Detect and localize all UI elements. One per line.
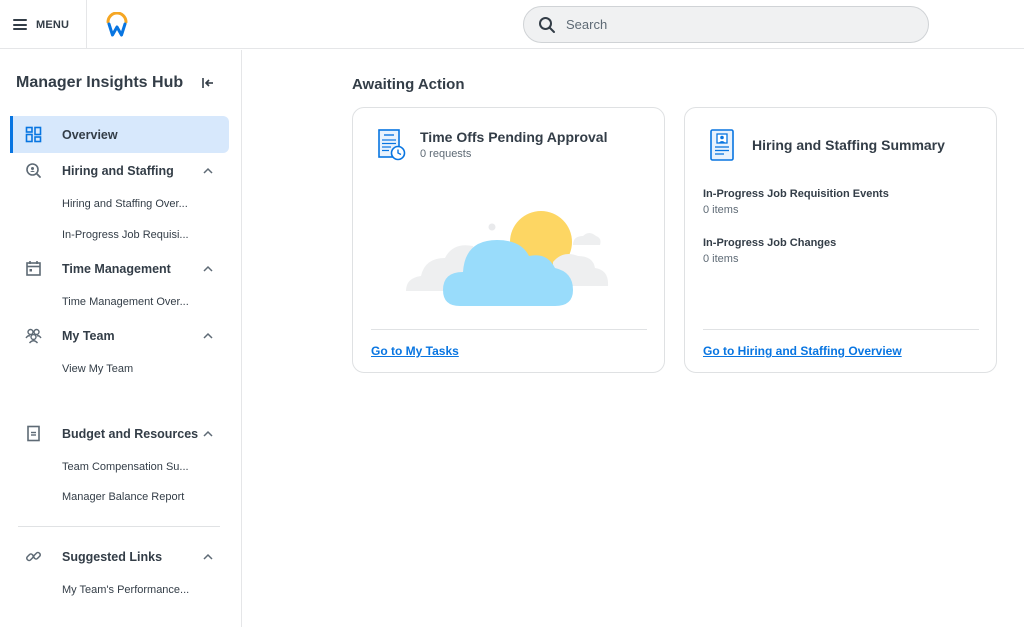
sidebar-item-label: Overview [62, 127, 118, 142]
card-subtitle: 0 requests [420, 148, 472, 160]
chevron-up-icon[interactable] [202, 551, 214, 563]
time-offs-card: Time Offs Pending Approval 0 requests Go… [352, 107, 665, 373]
collapse-sidebar-icon[interactable] [200, 75, 216, 91]
search-icon [539, 16, 555, 33]
hamburger-icon [13, 19, 27, 30]
top-bar: MENU [0, 0, 1024, 49]
metric-value-job-requisition-events: 0 items [703, 204, 739, 216]
sidebar-subitem-team-performance[interactable]: My Team's Performance... [62, 584, 189, 596]
team-icon [25, 328, 42, 344]
sidebar-title: Manager Insights Hub [16, 74, 184, 91]
metric-label-job-changes[interactable]: In-Progress Job Changes [703, 237, 836, 249]
topbar-divider [86, 0, 87, 49]
sidebar-subitem-manager-balance-report[interactable]: Manager Balance Report [62, 491, 184, 503]
search-person-icon [26, 163, 41, 178]
sidebar-item-label: Suggested Links [62, 549, 163, 564]
chevron-up-icon[interactable] [202, 330, 214, 342]
sidebar-subitem-hiring-staffing-overview[interactable]: Hiring and Staffing Over... [62, 198, 188, 210]
workday-logo-icon[interactable] [104, 12, 130, 38]
hiring-staffing-summary-card: Hiring and Staffing Summary In-Progress … [684, 107, 997, 373]
document-icon [27, 425, 40, 442]
sidebar: Manager Insights Hub Overview Hiring and… [0, 50, 242, 627]
sidebar-item-label: Hiring and Staffing [62, 163, 174, 178]
sidebar-item-budget-and-resources[interactable]: Budget and Resources [10, 415, 229, 452]
sun-behind-cloud-illustration [406, 211, 609, 306]
dashboard-icon [25, 126, 42, 143]
calendar-icon [26, 261, 41, 276]
chevron-up-icon[interactable] [202, 263, 214, 275]
go-to-my-tasks-link[interactable]: Go to My Tasks [371, 344, 459, 358]
menu-label: MENU [36, 18, 70, 31]
sidebar-divider [18, 526, 220, 527]
section-heading: Awaiting Action [352, 76, 465, 93]
profile-document-icon [710, 129, 734, 161]
sidebar-item-overview[interactable]: Overview [10, 116, 229, 153]
metric-label-job-requisition-events[interactable]: In-Progress Job Requisition Events [703, 188, 889, 200]
go-to-hiring-staffing-overview-link[interactable]: Go to Hiring and Staffing Overview [703, 344, 902, 358]
chevron-up-icon[interactable] [202, 165, 214, 177]
card-divider [371, 329, 647, 330]
link-icon [26, 551, 41, 562]
card-title: Time Offs Pending Approval [420, 129, 608, 145]
search-bar[interactable] [523, 6, 929, 43]
card-title: Hiring and Staffing Summary [752, 137, 945, 153]
sidebar-subitem-job-requisitions[interactable]: In-Progress Job Requisi... [62, 229, 189, 241]
sidebar-subitem-team-compensation[interactable]: Team Compensation Su... [62, 461, 189, 473]
card-divider [703, 329, 979, 330]
sidebar-item-hiring-and-staffing[interactable]: Hiring and Staffing [10, 152, 229, 189]
sidebar-item-label: Time Management [62, 261, 171, 276]
sidebar-subitem-time-management-overview[interactable]: Time Management Over... [62, 296, 189, 308]
sidebar-item-label: My Team [62, 328, 115, 343]
sidebar-subitem-view-my-team[interactable]: View My Team [62, 363, 133, 375]
menu-button[interactable]: MENU [0, 0, 86, 49]
sidebar-item-suggested-links[interactable]: Suggested Links [10, 538, 229, 575]
sidebar-item-label: Budget and Resources [62, 426, 199, 441]
metric-value-job-changes: 0 items [703, 253, 739, 265]
search-input[interactable] [566, 17, 906, 32]
sidebar-item-my-team[interactable]: My Team [10, 317, 229, 354]
time-off-list-icon [378, 129, 406, 161]
chevron-up-icon[interactable] [202, 428, 214, 440]
sidebar-item-time-management[interactable]: Time Management [10, 250, 229, 287]
